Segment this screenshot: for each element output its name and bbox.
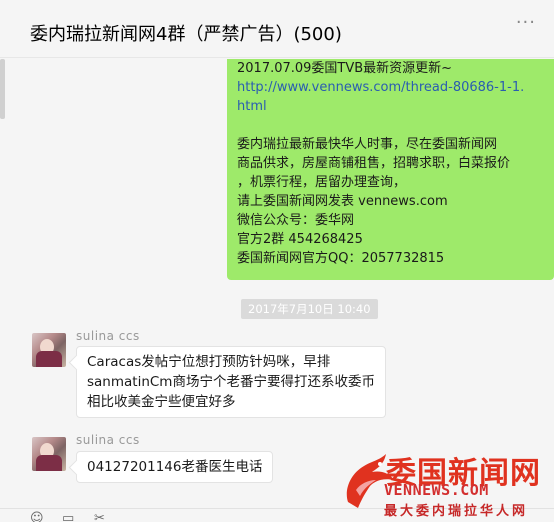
self-message-bubble[interactable]: 2017.07.09委国TVB最新资源更新~ http://www.vennew… (227, 59, 554, 280)
message-line: ，机票行程，居留办理查询， (237, 175, 407, 190)
sender-name: sulina ccs (76, 433, 140, 447)
message-line: 委国新闻网官方QQ：2057732815 (237, 251, 445, 266)
watermark-logo: 委国新闻网 VENNEWS.COM 最大委内瑞拉华人网 (340, 448, 554, 522)
scissors-icon[interactable]: ✂ (94, 512, 110, 522)
message-line: 请上委国新闻网发表 vennews.com (237, 194, 448, 209)
message-line: 相比收美金宁些便宜好多 (87, 394, 236, 410)
message-line: sanmatinCm商场宁个老番宁要得打还系收委币 (87, 374, 375, 390)
avatar[interactable] (32, 333, 66, 367)
more-icon[interactable]: ··· (516, 12, 536, 33)
avatar[interactable] (32, 437, 66, 471)
message-line: 官方2群 454268425 (237, 232, 363, 247)
chat-messages[interactable]: 2017.07.09委国TVB最新资源更新~ http://www.vennew… (0, 59, 554, 507)
message-line: 2017.07.09委国TVB最新资源更新~ (237, 61, 453, 76)
emoji-icon[interactable]: ☺ (30, 512, 46, 522)
message-line: 微信公众号：委华网 (237, 213, 355, 228)
message-link-cont[interactable]: html (237, 97, 544, 116)
watermark-url: VENNEWS.COM (384, 481, 489, 499)
message-link[interactable]: http://www.vennews.com/thread-80686-1-1. (237, 78, 544, 97)
message-line: 委内瑞拉最新最快华人时事，尽在委国新闻网 (237, 137, 498, 152)
other-message-bubble[interactable]: 04127201146老番医生电话 (76, 451, 274, 483)
timestamp-badge: 2017年7月10日 10:40 (241, 299, 378, 319)
message-gap (237, 116, 544, 135)
folder-icon[interactable]: ▭ (62, 512, 78, 522)
sender-name: sulina ccs (76, 329, 140, 343)
chat-title: 委内瑞拉新闻网4群（严禁广告）(500) (30, 24, 342, 45)
other-message-bubble[interactable]: Caracas发帖宁位想打预防针妈咪，早排 sanmatinCm商场宁个老番宁要… (76, 346, 386, 418)
chat-header: 委内瑞拉新闻网4群（严禁广告）(500) ··· (0, 0, 554, 58)
message-line: Caracas发帖宁位想打预防针妈咪，早排 (87, 354, 331, 370)
message-line: 04127201146老番医生电话 (87, 459, 263, 475)
message-line: 商品供求，房屋商铺租售，招聘求职，白菜报价 (237, 156, 511, 171)
watermark-subtitle: 最大委内瑞拉华人网 (384, 504, 529, 519)
